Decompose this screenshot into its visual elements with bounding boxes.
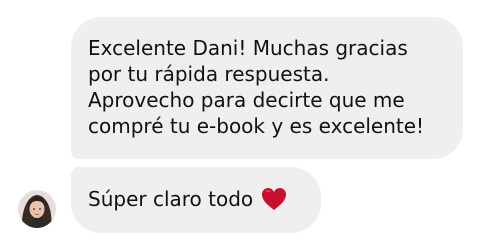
- avatar[interactable]: [18, 190, 56, 228]
- message-bubble[interactable]: Excelente Dani! Muchas gracias por tu rá…: [71, 17, 463, 159]
- message-line: por tu rápida respuesta.: [88, 62, 330, 86]
- message-text: Súper claro todo: [88, 187, 254, 211]
- message-line: Aprovecho para decirte que me: [88, 88, 405, 112]
- message-line: compré tu e-book y es excelente!: [88, 114, 425, 138]
- heart-icon: [261, 187, 287, 211]
- chat-thread: Excelente Dani! Muchas gracias por tu rá…: [0, 0, 500, 249]
- message-line: Excelente Dani! Muchas gracias: [88, 36, 408, 60]
- message-bubble[interactable]: Súper claro todo: [71, 167, 321, 233]
